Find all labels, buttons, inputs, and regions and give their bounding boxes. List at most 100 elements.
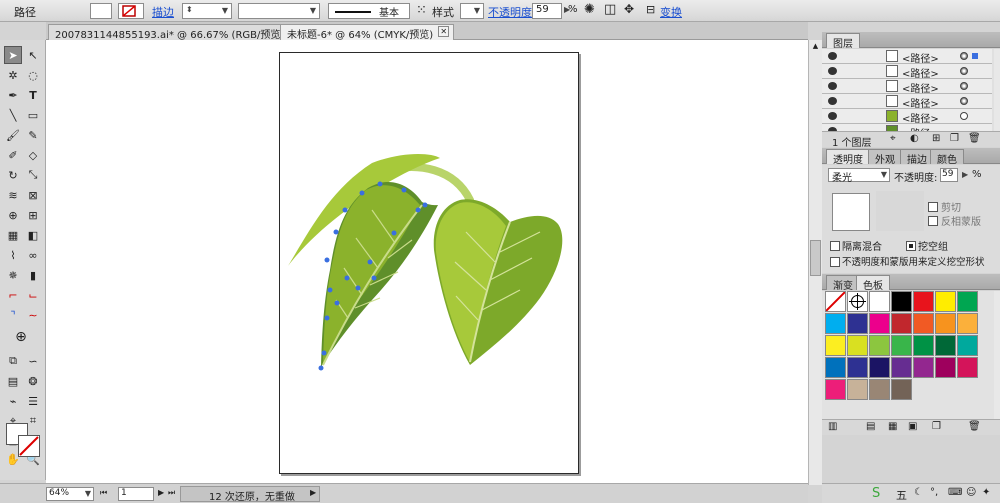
color-swatch[interactable] bbox=[847, 335, 868, 356]
punctuation-icon[interactable]: °, bbox=[930, 487, 938, 498]
color-swatch[interactable] bbox=[957, 335, 978, 356]
make-clipping-mask-icon[interactable]: ◐ bbox=[910, 133, 919, 144]
eye-icon[interactable] bbox=[828, 82, 837, 90]
tab-layers[interactable]: 图层 bbox=[826, 33, 860, 50]
opacity-mask-checkbox[interactable] bbox=[830, 257, 840, 267]
target-icon[interactable] bbox=[960, 97, 968, 105]
layer-row[interactable]: <路径> bbox=[822, 49, 992, 65]
artboard-number: 1 bbox=[121, 488, 127, 498]
color-swatch[interactable] bbox=[957, 291, 978, 312]
target-icon[interactable] bbox=[960, 52, 968, 60]
blend-mode-value: 柔光 bbox=[832, 173, 852, 184]
color-swatch[interactable] bbox=[913, 313, 934, 334]
artboard-number-select[interactable]: 1 bbox=[118, 487, 154, 501]
eye-icon[interactable] bbox=[828, 52, 837, 60]
new-color-group-icon[interactable]: ▣ bbox=[908, 421, 917, 432]
swatches-scrollbar[interactable] bbox=[994, 291, 1000, 419]
color-swatch[interactable] bbox=[935, 313, 956, 334]
color-swatch[interactable] bbox=[869, 291, 890, 312]
isolate-blending-checkbox[interactable] bbox=[830, 241, 840, 251]
color-swatch[interactable] bbox=[869, 357, 890, 378]
settings-icon[interactable]: ✦ bbox=[982, 487, 990, 498]
moon-icon[interactable]: ☾ bbox=[914, 487, 923, 498]
layers-panel-header[interactable]: 图层 bbox=[822, 32, 1000, 50]
tab-stroke[interactable]: 描边 bbox=[900, 149, 934, 166]
color-swatch[interactable] bbox=[935, 335, 956, 356]
ime-mode-label[interactable]: 五 bbox=[896, 487, 907, 503]
ime-logo-icon[interactable]: S bbox=[872, 486, 880, 501]
color-swatch[interactable] bbox=[847, 357, 868, 378]
locate-object-icon[interactable]: ⌖ bbox=[890, 133, 896, 144]
layer-row[interactable]: <路径> bbox=[822, 64, 992, 80]
layer-row[interactable]: <路径> bbox=[822, 94, 992, 110]
tab-color[interactable]: 颜色 bbox=[930, 149, 964, 166]
target-icon[interactable] bbox=[960, 112, 968, 120]
eye-icon[interactable] bbox=[828, 112, 837, 120]
swatch-libraries-icon[interactable]: ▥ bbox=[828, 421, 837, 432]
swatch-registration[interactable] bbox=[847, 291, 868, 312]
color-swatch[interactable] bbox=[957, 357, 978, 378]
last-artboard-icon[interactable]: ⏭ bbox=[168, 488, 175, 498]
color-swatch[interactable] bbox=[825, 313, 846, 334]
user-icon[interactable]: ☺ bbox=[966, 487, 976, 498]
scroll-up-arrow[interactable]: ▲ bbox=[810, 42, 821, 52]
tab-swatches[interactable]: 色板 bbox=[856, 275, 890, 292]
tab-transparency[interactable]: 透明度 bbox=[826, 149, 870, 166]
color-swatch[interactable] bbox=[825, 335, 846, 356]
show-kinds-icon[interactable]: ▤ bbox=[866, 421, 875, 432]
zoom-select[interactable]: 64% ▼ bbox=[46, 487, 94, 501]
color-swatch[interactable] bbox=[847, 379, 868, 400]
new-layer-icon[interactable]: ❐ bbox=[950, 133, 959, 144]
target-icon[interactable] bbox=[960, 67, 968, 75]
eye-icon[interactable] bbox=[828, 97, 837, 105]
keyboard-icon[interactable]: ⌨ bbox=[948, 487, 962, 498]
delete-swatch-icon[interactable]: 🗑 bbox=[968, 421, 981, 432]
color-swatch[interactable] bbox=[957, 313, 978, 334]
color-swatch[interactable] bbox=[891, 335, 912, 356]
color-swatch[interactable] bbox=[913, 335, 934, 356]
layers-list: <路径> <路径> <路径> <路径> <路径> <路径> bbox=[822, 49, 994, 141]
color-swatch[interactable] bbox=[847, 313, 868, 334]
blend-mode-select[interactable]: 柔光 ▼ bbox=[828, 168, 890, 184]
color-swatch[interactable] bbox=[891, 357, 912, 378]
color-swatch[interactable] bbox=[935, 357, 956, 378]
layer-row[interactable]: <路径> bbox=[822, 109, 992, 125]
first-artboard-icon[interactable]: ⏮ bbox=[100, 488, 107, 498]
color-swatch[interactable] bbox=[825, 379, 846, 400]
color-swatch[interactable] bbox=[891, 313, 912, 334]
object-thumbnail bbox=[832, 193, 870, 231]
color-swatch[interactable] bbox=[869, 313, 890, 334]
color-swatch[interactable] bbox=[913, 357, 934, 378]
swatch-none[interactable] bbox=[825, 291, 846, 312]
color-swatch[interactable] bbox=[869, 335, 890, 356]
status-menu-arrow[interactable]: ▶ bbox=[310, 488, 316, 497]
new-sublayer-icon[interactable]: ⊞ bbox=[932, 133, 940, 144]
knockout-group-checkbox[interactable] bbox=[906, 241, 916, 251]
new-swatch-icon[interactable]: ❐ bbox=[932, 421, 941, 432]
layers-scrollbar[interactable] bbox=[994, 49, 1000, 141]
leaf-artwork[interactable] bbox=[0, 0, 808, 483]
color-swatch[interactable] bbox=[935, 291, 956, 312]
invert-mask-checkbox[interactable] bbox=[928, 216, 938, 226]
panel-opacity-arrow[interactable]: ▶ bbox=[962, 170, 968, 179]
eye-icon[interactable] bbox=[828, 67, 837, 75]
swatch-options-icon[interactable]: ▦ bbox=[888, 421, 897, 432]
color-swatch[interactable] bbox=[891, 379, 912, 400]
target-icon[interactable] bbox=[960, 82, 968, 90]
vertical-scroll-thumb[interactable] bbox=[810, 240, 821, 276]
color-swatch[interactable] bbox=[825, 357, 846, 378]
color-swatch[interactable] bbox=[869, 379, 890, 400]
panel-opacity-input[interactable]: 59 bbox=[940, 168, 958, 182]
mask-thumbnail[interactable] bbox=[876, 191, 924, 231]
layer-row[interactable]: <路径> bbox=[822, 79, 992, 95]
status-info[interactable]: 12 次还原，无重做 bbox=[180, 486, 320, 503]
tab-appearance[interactable]: 外观 bbox=[868, 149, 902, 166]
next-artboard-icon[interactable]: ▶ bbox=[158, 488, 164, 497]
layer-name: <路径> bbox=[902, 69, 939, 80]
tab-gradient[interactable]: 渐变 bbox=[826, 275, 860, 292]
color-swatch[interactable] bbox=[891, 291, 912, 312]
vertical-scrollbar[interactable]: ▲ bbox=[808, 40, 822, 485]
color-swatch[interactable] bbox=[913, 291, 934, 312]
delete-layer-icon[interactable]: 🗑 bbox=[968, 133, 981, 144]
clip-checkbox[interactable] bbox=[928, 202, 938, 212]
